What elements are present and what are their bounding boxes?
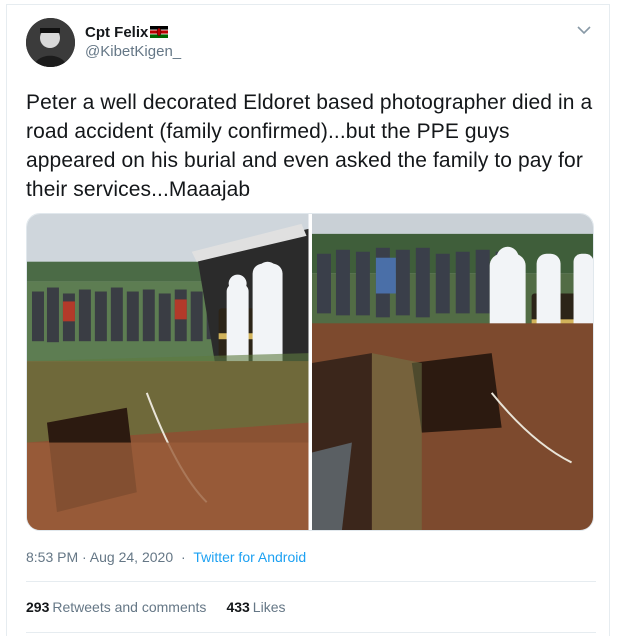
photo-right[interactable] xyxy=(311,214,593,530)
media-grid xyxy=(26,213,594,531)
likes-label: Likes xyxy=(252,599,286,615)
display-name[interactable]: Cpt Felix xyxy=(85,24,148,41)
divider xyxy=(26,632,596,633)
retweets-stat[interactable]: 293 Retweets and comments xyxy=(26,599,206,615)
user-handle[interactable]: @KibetKigen_ xyxy=(85,43,181,60)
tweet-text: Peter a well decorated Eldoret based pho… xyxy=(26,91,593,201)
kenya-flag-icon xyxy=(150,26,169,38)
likes-stat[interactable]: 433 Likes xyxy=(226,599,285,615)
tweet-meta: 8:53 PM · Aug 24, 2020 · Twitter for And… xyxy=(26,549,306,565)
timestamp[interactable]: 8:53 PM · Aug 24, 2020 xyxy=(26,549,173,565)
meta-separator: · xyxy=(181,549,186,565)
tweet-stats: 293 Retweets and comments 433 Likes xyxy=(26,599,305,615)
tweet-card: Cpt Felix @KibetKigen_ Peter a well deco… xyxy=(6,4,610,636)
likes-count: 433 xyxy=(226,599,250,615)
avatar[interactable] xyxy=(26,18,75,67)
retweets-label: Retweets and comments xyxy=(52,599,207,615)
author-name-row: Cpt Felix xyxy=(85,22,169,42)
photo-left[interactable] xyxy=(27,214,309,530)
retweets-count: 293 xyxy=(26,599,50,615)
source-link[interactable]: Twitter for Android xyxy=(193,549,306,565)
avatar-image xyxy=(26,18,75,67)
divider xyxy=(26,581,596,582)
chevron-down-icon[interactable] xyxy=(576,23,592,37)
